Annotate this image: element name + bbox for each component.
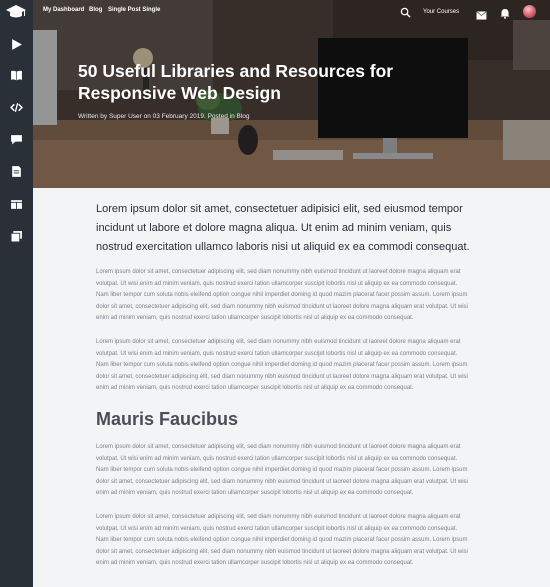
columns-icon[interactable] <box>0 190 33 218</box>
nav-link-dashboard[interactable]: My Dashboard <box>43 7 84 13</box>
chat-icon[interactable] <box>0 125 33 153</box>
code-icon[interactable] <box>0 93 33 121</box>
post-meta: Written by Super User on 03 February 201… <box>78 113 250 120</box>
book-icon[interactable] <box>0 61 33 89</box>
your-courses-link[interactable]: Your Courses <box>423 9 459 15</box>
play-icon[interactable] <box>0 30 33 58</box>
gallery-icon[interactable] <box>0 222 33 250</box>
search-icon[interactable] <box>400 5 411 23</box>
mail-icon[interactable] <box>476 7 487 25</box>
section-heading: Mauris Faucibus <box>96 408 239 429</box>
lead-paragraph: Lorem ipsum dolor sit amet, consectetuer… <box>96 203 470 253</box>
graduation-cap-icon[interactable] <box>5 3 27 21</box>
body-paragraph: Lorem ipsum dolor sit amet, consectetuer… <box>96 269 468 322</box>
nav-link-single-post[interactable]: Single Post Single <box>108 7 160 13</box>
nav-link-blog[interactable]: Blog <box>89 7 102 13</box>
user-avatar[interactable] <box>523 5 536 18</box>
document-icon[interactable] <box>0 157 33 185</box>
body-paragraph: Lorem ipsum dolor sit amet, consectetuer… <box>96 513 468 567</box>
post-title: 50 Useful Libraries and Resources for Re… <box>78 61 394 103</box>
sidebar <box>0 0 33 587</box>
article-body: Lorem ipsum dolor sit amet, consectetuer… <box>96 200 470 582</box>
top-navigation: My Dashboard Blog Single Post Single You… <box>33 0 550 24</box>
body-paragraph: Lorem ipsum dolor sit amet, consectetuer… <box>96 443 468 497</box>
body-paragraph: Lorem ipsum dolor sit amet, consectetuer… <box>96 338 468 392</box>
bell-icon[interactable] <box>500 6 510 24</box>
